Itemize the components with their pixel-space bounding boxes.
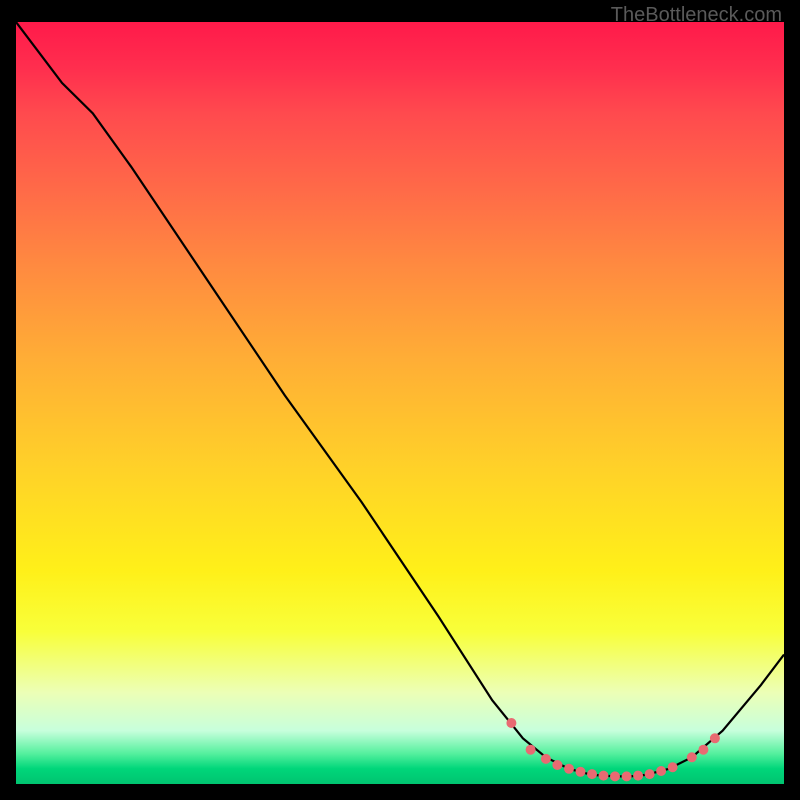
chart-plot-area	[16, 22, 784, 784]
valley-marker-dot	[599, 771, 609, 781]
valley-marker-dot	[668, 762, 678, 772]
valley-marker-dot	[541, 754, 551, 764]
valley-marker-dot	[656, 766, 666, 776]
chart-svg	[16, 22, 784, 784]
valley-marker-dot	[576, 767, 586, 777]
valley-marker-dot	[633, 771, 643, 781]
valley-marker-dot	[552, 760, 562, 770]
bottleneck-curve-line	[16, 22, 784, 776]
valley-marker-dot	[587, 769, 597, 779]
valley-marker-dot	[564, 764, 574, 774]
valley-marker-dot	[622, 771, 632, 781]
valley-marker-dot	[526, 745, 536, 755]
valley-marker-dot	[506, 718, 516, 728]
valley-marker-dot	[698, 745, 708, 755]
valley-marker-dot	[687, 752, 697, 762]
watermark-text: TheBottleneck.com	[611, 4, 782, 27]
valley-marker-dot	[710, 733, 720, 743]
valley-marker-dot	[645, 769, 655, 779]
valley-marker-dot	[610, 771, 620, 781]
